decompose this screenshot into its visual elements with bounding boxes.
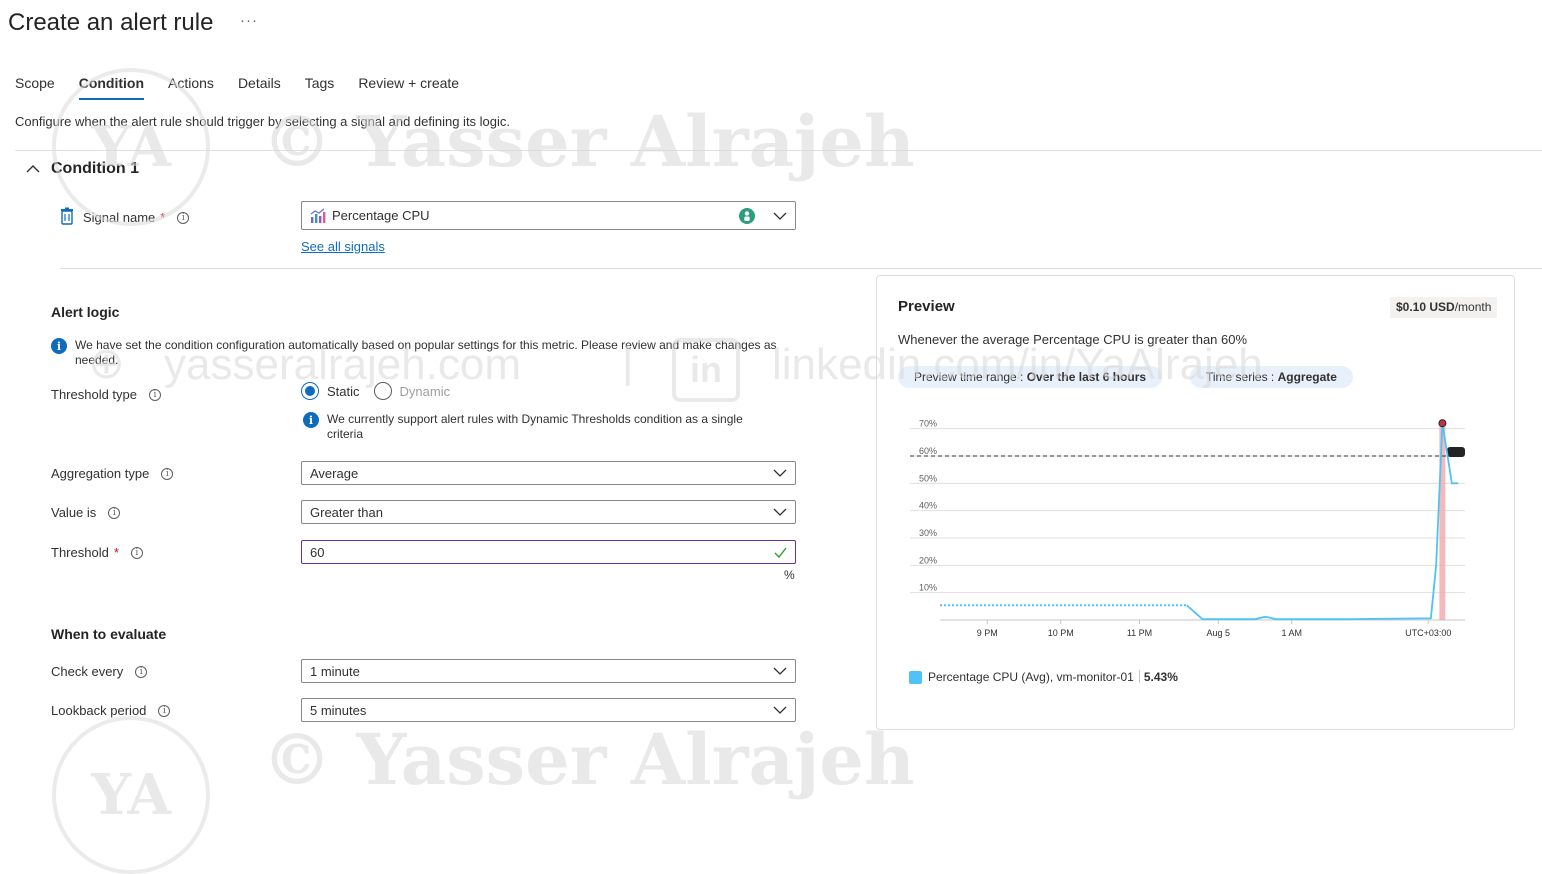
signal-name-dropdown[interactable]: Percentage CPU: [301, 201, 796, 230]
preview-title: Preview: [898, 298, 955, 315]
series-line: [1186, 423, 1459, 621]
y-tick-label: 20%: [919, 555, 937, 565]
legend-entry[interactable]: Percentage CPU (Avg), vm-monitor-01 5.43%: [928, 670, 1178, 684]
chevron-down-icon: [773, 212, 787, 220]
dynamic-threshold-message: We currently support alert rules with Dy…: [327, 412, 743, 441]
chevron-down-icon: [773, 508, 787, 516]
lookback-period-value: 5 minutes: [310, 702, 367, 718]
legend-series-value: 5.43%: [1143, 670, 1178, 684]
price-unit: /month: [1454, 300, 1492, 314]
info-icon[interactable]: i: [135, 665, 148, 678]
time-series-label: Time series :: [1206, 370, 1278, 384]
watermark-monogram: YA: [52, 68, 210, 226]
check-every-label-text: Check every: [51, 664, 124, 679]
info-icon[interactable]: i: [158, 704, 171, 717]
copilot-badge-icon[interactable]: [739, 207, 755, 224]
watermark-text: © Yasser Alrajeh: [262, 718, 915, 801]
aggregation-type-dropdown[interactable]: Average: [301, 461, 796, 485]
time-range-label: Preview time range :: [914, 370, 1027, 384]
aggregation-type-label: Aggregation type i: [51, 466, 174, 481]
info-icon[interactable]: i: [149, 388, 161, 401]
lookback-period-dropdown[interactable]: 5 minutes: [301, 698, 796, 722]
chevron-down-icon: [773, 469, 787, 477]
required-asterisk: *: [113, 545, 119, 560]
tab-review-create[interactable]: Review + create: [358, 74, 459, 100]
x-tick-label: Aug 5: [1206, 628, 1230, 638]
value-is-label: Value is i: [51, 505, 121, 520]
tab-details[interactable]: Details: [238, 74, 281, 100]
chevron-down-icon: [773, 667, 787, 675]
x-tick-label: 10 PM: [1048, 628, 1074, 638]
info-icon[interactable]: i: [130, 546, 143, 559]
when-to-evaluate-heading: When to evaluate: [51, 626, 167, 642]
time-range-value: Over the last 6 hours: [1026, 370, 1147, 384]
value-is-label-text: Value is: [51, 505, 97, 520]
operator-dropdown[interactable]: Greater than: [301, 500, 796, 524]
see-all-signals-link[interactable]: See all signals: [301, 239, 385, 254]
info-icon[interactable]: i: [161, 467, 174, 480]
check-every-dropdown[interactable]: 1 minute: [301, 659, 796, 683]
time-range-pill[interactable]: Preview time range : Over the last 6 hou…: [898, 366, 1163, 388]
auto-config-message: We have set the condition configuration …: [75, 338, 777, 367]
threshold-label-text: Threshold: [51, 545, 109, 560]
info-icon[interactable]: i: [177, 211, 190, 224]
time-series-pill[interactable]: Time series : Aggregate: [1190, 366, 1353, 388]
divider: [60, 268, 1542, 269]
metric-chart-icon: [310, 208, 326, 223]
y-tick-label: 40%: [919, 501, 937, 511]
x-tick-label: 11 PM: [1127, 628, 1152, 638]
y-tick-label: 60%: [919, 446, 937, 456]
check-every-value: 1 minute: [310, 663, 360, 679]
y-tick-label: 70%: [919, 419, 937, 429]
signal-name-value: Percentage CPU: [332, 208, 430, 223]
lookback-period-label: Lookback period i: [51, 703, 171, 718]
y-tick-label: 10%: [919, 583, 937, 593]
threshold-unit: %: [784, 568, 795, 582]
chevron-up-icon[interactable]: [24, 160, 42, 178]
threshold-field: [301, 540, 796, 564]
trash-icon[interactable]: [60, 207, 74, 225]
peak-point: [1438, 419, 1447, 428]
threshold-input[interactable]: [310, 544, 774, 560]
chevron-down-icon: [773, 706, 787, 714]
info-icon: i: [303, 412, 319, 428]
radio-dynamic-label[interactable]: Dynamic: [400, 384, 451, 399]
watermark-text: © Yasser Alrajeh: [262, 100, 915, 183]
more-options-button[interactable]: ···: [240, 12, 258, 29]
preview-summary: Whenever the average Percentage CPU is g…: [898, 332, 1248, 347]
check-every-label: Check every i: [51, 664, 148, 679]
info-icon: i: [51, 338, 67, 354]
radio-static-label[interactable]: Static: [327, 384, 360, 399]
y-tick-label: 30%: [919, 528, 937, 538]
threshold-label: Threshold * i: [51, 545, 143, 560]
threshold-marker: [1447, 447, 1465, 457]
alert-logic-heading: Alert logic: [51, 304, 120, 320]
tab-tags[interactable]: Tags: [305, 74, 335, 100]
divider: [15, 150, 1542, 151]
page-title: Create an alert rule: [8, 9, 214, 36]
tab-scope[interactable]: Scope: [15, 74, 55, 100]
legend-series-name: Percentage CPU (Avg), vm-monitor-01: [928, 670, 1134, 684]
checkmark-icon: [774, 547, 787, 558]
x-tick-label: 9 PM: [977, 628, 998, 638]
threshold-type-label-text: Threshold type: [51, 387, 137, 402]
aggregation-type-label-text: Aggregation type: [51, 466, 150, 481]
x-tick-label: 1 AM: [1281, 628, 1302, 638]
watermark-monogram: YA: [52, 716, 210, 874]
operator-value: Greater than: [310, 504, 383, 520]
radio-static[interactable]: [301, 382, 319, 400]
price-value: $0.10 USD: [1396, 300, 1455, 314]
y-tick-label: 50%: [919, 473, 937, 483]
threshold-type-label: Threshold type i: [51, 387, 161, 402]
info-icon[interactable]: i: [108, 506, 121, 519]
radio-dynamic[interactable]: [373, 382, 392, 400]
time-series-value: Aggregate: [1277, 370, 1337, 384]
threshold-type-radio-group: Static Dynamic: [301, 382, 450, 400]
aggregation-type-value: Average: [310, 465, 359, 481]
price-badge: $0.10 USD/month: [1390, 297, 1498, 318]
cpu-preview-chart: 10% 20% 30% 40% 50% 60% 70% 9 PM 10 PM 11 PM Aug 5…: [910, 419, 1465, 638]
x-tick-label: UTC+03:00: [1405, 628, 1451, 638]
legend-swatch: [909, 671, 922, 684]
legend-separator: [1138, 670, 1140, 683]
